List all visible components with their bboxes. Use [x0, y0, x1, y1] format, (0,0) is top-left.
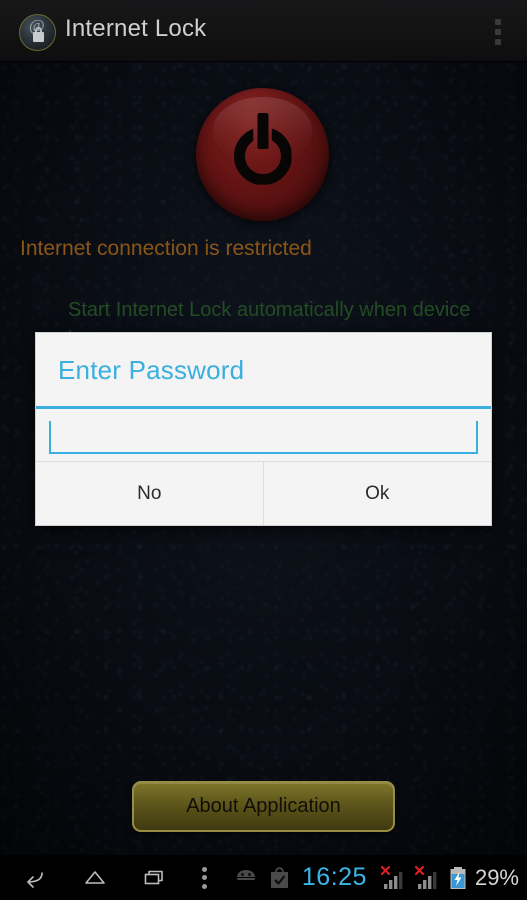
home-icon[interactable]: [82, 865, 108, 891]
overflow-dot: [495, 19, 501, 25]
globe-at-lock-icon: @: [19, 14, 56, 51]
status-icons-group: 16:25 29%: [233, 855, 527, 900]
signal-bars-no-service-icon: [414, 865, 439, 891]
nav-buttons-group: [0, 855, 207, 900]
phone-screen: @ Internet Lock Internet connection is r…: [0, 0, 527, 900]
dialog-title: Enter Password: [58, 355, 245, 385]
overflow-menu-icon[interactable]: [491, 18, 505, 46]
overflow-dot: [495, 29, 501, 35]
battery-percent-label: 29%: [474, 864, 519, 890]
lock-body-icon: [33, 32, 44, 42]
dialog-input-area: [36, 409, 491, 461]
overflow-dot: [495, 39, 501, 45]
signal-bars-no-service-icon: [380, 865, 405, 891]
battery-charging-icon: [450, 866, 466, 889]
dialog-ok-button[interactable]: Ok: [263, 462, 491, 525]
action-bar: @ Internet Lock: [0, 0, 527, 62]
dialog-title-area: Enter Password: [36, 333, 491, 406]
menu-dot: [202, 875, 207, 880]
back-arrow-icon[interactable]: [22, 865, 48, 891]
android-robot-icon: [236, 869, 255, 880]
dialog-button-row: No Ok: [36, 461, 491, 525]
dialog-no-button[interactable]: No: [36, 462, 264, 525]
menu-dots-icon[interactable]: [202, 866, 207, 889]
play-store-bag-check-icon: [270, 866, 288, 888]
page-title: Internet Lock: [65, 15, 207, 42]
status-clock: 16:25: [301, 863, 367, 891]
enter-password-dialog: Enter Password No Ok: [35, 332, 492, 526]
menu-dot: [202, 883, 207, 889]
system-navigation-bar: 16:25 29%: [0, 855, 527, 900]
menu-dot: [202, 866, 207, 872]
password-input[interactable]: [49, 421, 478, 454]
recent-apps-icon[interactable]: [142, 865, 168, 891]
